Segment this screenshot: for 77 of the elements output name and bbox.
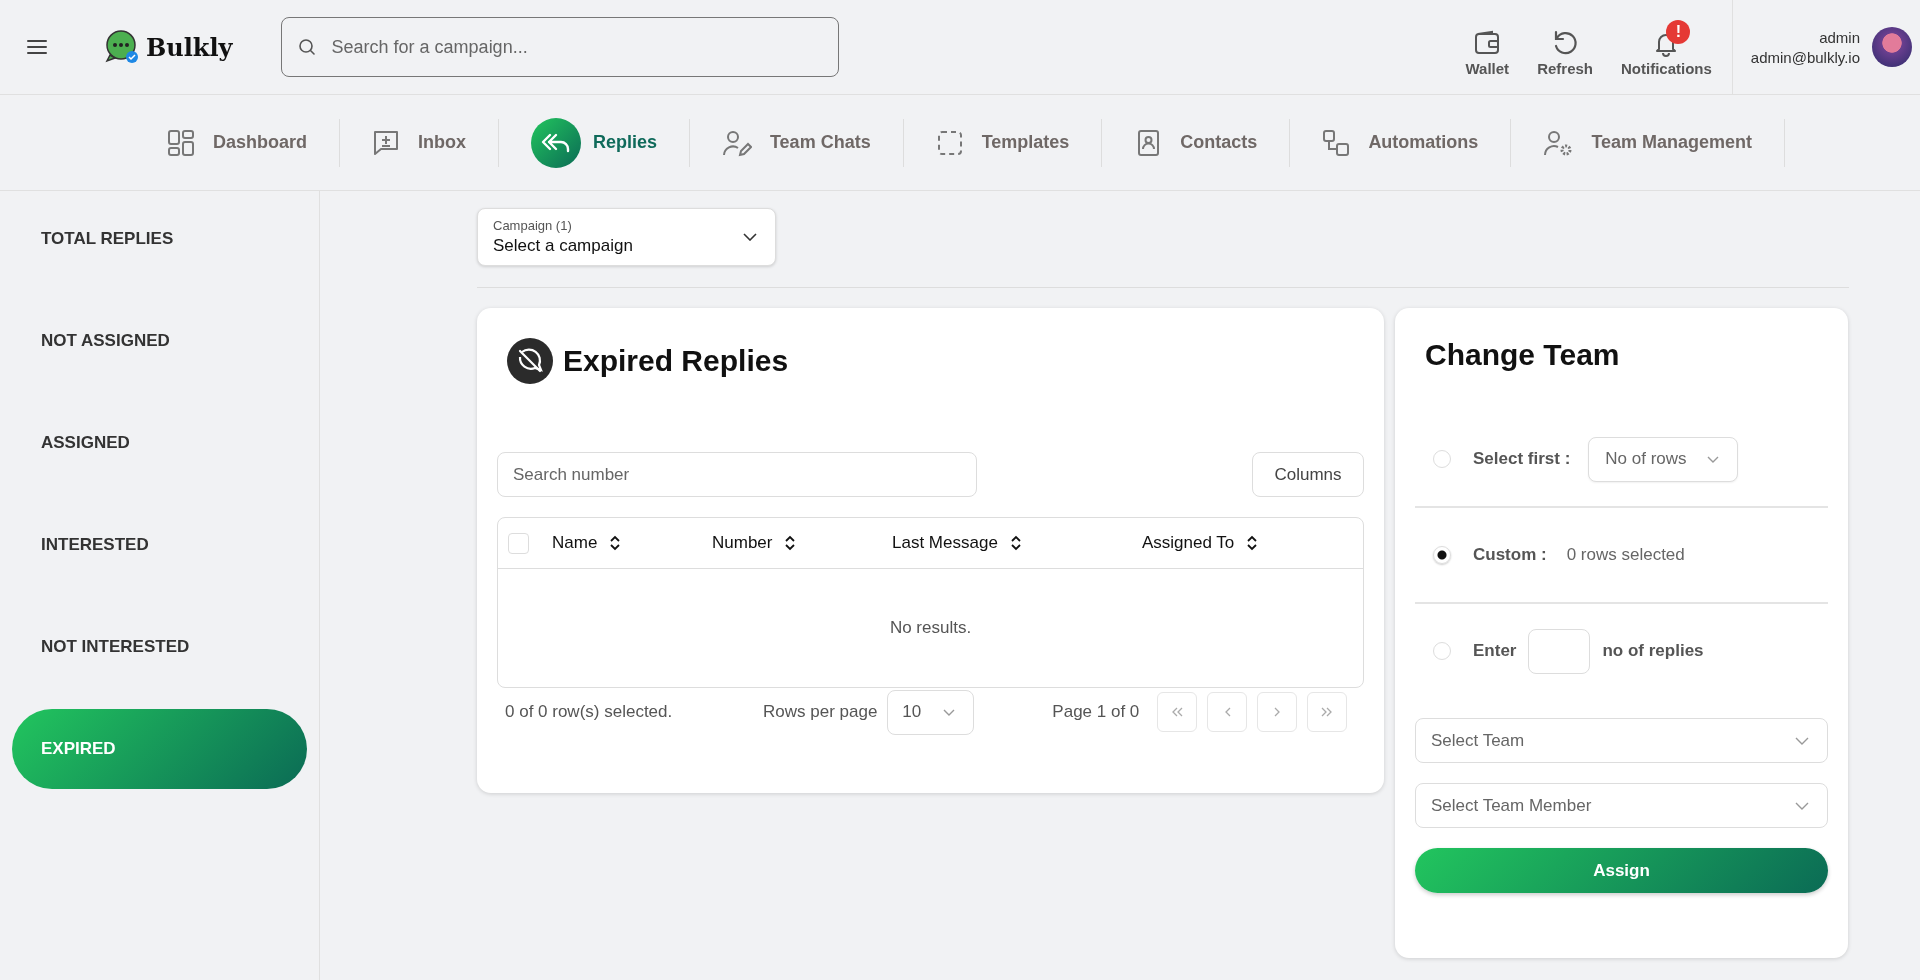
nav-tab[interactable]: Team Chats (689, 112, 903, 173)
chevron-left-icon (1223, 707, 1231, 717)
sort-icon (609, 535, 622, 551)
column-header[interactable]: Last Message (892, 533, 1142, 553)
option-label: Enter (1473, 641, 1517, 661)
nav-tab[interactable]: Templates (903, 112, 1102, 173)
nav-tab[interactable]: Team Management (1511, 112, 1785, 173)
alert-badge: ! (1666, 19, 1691, 44)
double-chevron-right-icon (1321, 707, 1334, 717)
team-select[interactable]: Select Team (1415, 718, 1828, 763)
first-page-button[interactable] (1157, 692, 1198, 732)
search-number-field[interactable]: Search number (497, 452, 977, 497)
replies-count-field[interactable] (1528, 628, 1591, 674)
notifications-button[interactable]: ! Notifications (1621, 17, 1712, 77)
option-suffix: no of replies (1602, 641, 1704, 661)
select-all-checkbox[interactable] (508, 532, 529, 554)
previous-page-button[interactable] (1207, 692, 1248, 732)
sidebar-item[interactable]: NOT ASSIGNED (12, 301, 307, 381)
card-title: Change Team (1425, 338, 1621, 372)
dashboard-icon (166, 128, 195, 157)
last-page-button[interactable] (1307, 692, 1348, 732)
selection-count: 0 of 0 row(s) selected. (505, 702, 674, 722)
columns-button[interactable]: Columns (1252, 452, 1364, 497)
avatar[interactable] (1872, 27, 1912, 67)
option-label: Custom : (1473, 545, 1547, 565)
sort-icon (1246, 535, 1259, 551)
chevron-down-icon (743, 233, 757, 241)
user-email: admin@bulkly.io (1750, 48, 1860, 66)
chevron-down-icon (1707, 455, 1720, 463)
nav-tab[interactable]: Inbox (339, 112, 498, 173)
column-header[interactable]: Number (712, 533, 892, 553)
sidebar-item[interactable]: ASSIGNED (12, 403, 307, 483)
sort-icon (784, 535, 797, 551)
radio-button[interactable] (1433, 546, 1451, 564)
sidebar-item[interactable]: INTERESTED (12, 505, 307, 585)
refresh-button[interactable]: Refresh (1537, 17, 1593, 77)
message-off-icon (507, 338, 553, 384)
column-header[interactable]: Assigned To (1142, 533, 1342, 553)
empty-message: No results. (889, 618, 972, 638)
team-member-select[interactable]: Select Team Member (1415, 783, 1828, 828)
nav-tab[interactable]: Contacts (1102, 112, 1290, 173)
search-icon (296, 37, 317, 57)
rows-selected-count: 0 rows selected (1566, 545, 1685, 565)
chevron-right-icon (1273, 707, 1281, 717)
nav-tab[interactable]: Dashboard (134, 112, 339, 173)
message-plus-icon (371, 128, 400, 157)
user-name: admin (1819, 28, 1860, 46)
wallet-icon (1473, 29, 1502, 56)
linked-squares-icon (1322, 128, 1351, 157)
page-indicator: Page 1 of 0 (1052, 702, 1140, 722)
rows-per-page-label: Rows per page (763, 702, 878, 722)
sidebar-item[interactable]: NOT INTERESTED (12, 607, 307, 687)
campaign-select[interactable]: Campaign (1) Select a campaign (477, 208, 776, 266)
user-edit-icon (721, 128, 752, 157)
option-label: Select first : (1473, 449, 1571, 469)
chevron-down-icon (1795, 801, 1809, 810)
chevron-down-icon (943, 708, 956, 716)
rows-per-page-select[interactable]: 10 (887, 689, 975, 735)
user-settings-icon (1543, 128, 1574, 157)
chevron-down-icon (1795, 736, 1809, 745)
nav-tab[interactable]: Replies (498, 112, 689, 173)
brand-name: Bulkly (146, 32, 233, 62)
sidebar-item[interactable]: TOTAL REPLIES (12, 199, 307, 279)
reply-all-icon (540, 131, 571, 154)
next-page-button[interactable] (1257, 692, 1298, 732)
chat-bubble-logo-icon (104, 30, 140, 64)
wallet-button[interactable]: Wallet (1465, 17, 1510, 77)
menu-icon[interactable] (26, 38, 48, 56)
assign-button[interactable]: Assign (1415, 848, 1828, 893)
sort-icon (1009, 535, 1022, 551)
double-chevron-left-icon (1171, 707, 1184, 717)
column-header[interactable]: Name (552, 533, 712, 553)
nav-tab[interactable]: Automations (1290, 112, 1511, 173)
card-title: Expired Replies (563, 344, 789, 378)
rows-select[interactable]: No of rows (1588, 436, 1739, 482)
dashed-square-icon (935, 128, 964, 157)
search-field[interactable]: Search for a campaign... (280, 17, 839, 77)
